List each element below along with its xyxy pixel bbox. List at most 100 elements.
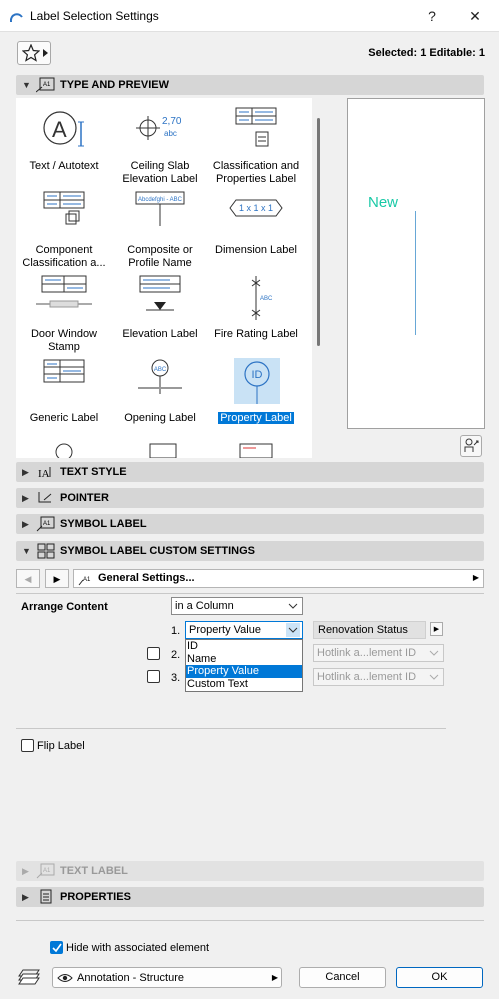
tile-label: Composite or Profile Name [127, 244, 193, 269]
svg-text:A: A [52, 117, 67, 142]
tile-partial[interactable] [208, 440, 304, 458]
tile-elevation-label[interactable]: Elevation Label [112, 274, 208, 341]
row-1-content-select[interactable]: Property Value [185, 621, 303, 639]
chevron-right-icon: ▶ [433, 626, 440, 633]
label-type-grid: A Text / Autotext 2,70 abc Ceiling Slab … [16, 98, 312, 458]
section-symbol-label[interactable]: ▶ A1 SYMBOL LABEL [16, 514, 484, 534]
section-label: TYPE AND PREVIEW [60, 79, 169, 91]
next-panel-button[interactable]: ▶ [45, 569, 69, 588]
icon-text: ABC [154, 367, 167, 373]
tile-door-window-stamp[interactable]: Door Window Stamp [16, 274, 112, 354]
chevron-down-icon [288, 603, 298, 609]
door-window-stamp-icon [36, 275, 92, 308]
flip-label-text: Flip Label [37, 740, 85, 752]
tile-label: Dimension Label [215, 244, 297, 256]
section-pointer[interactable]: ▶ POINTER [16, 488, 484, 508]
grid-scrollbar[interactable] [317, 118, 320, 346]
row-2-checkbox[interactable] [147, 647, 160, 660]
hide-associated-label: Hide with associated element [66, 942, 210, 954]
selected-info: Selected: 1 Editable: 1 [368, 47, 485, 59]
section-label: SYMBOL LABEL CUSTOM SETTINGS [60, 545, 255, 557]
arrange-content-select[interactable]: in a Column [171, 597, 303, 615]
text-label-icon: A1 [36, 863, 55, 879]
chevron-down-icon [429, 674, 439, 680]
icon-text: ABC [260, 296, 273, 302]
chevron-right-icon: ▶ [22, 892, 29, 902]
svg-text:A1: A1 [83, 577, 91, 583]
chevron-down-icon [286, 623, 300, 637]
tile-opening-label[interactable]: ABC Opening Label [112, 358, 208, 425]
chevron-right-icon: ▶ [22, 467, 29, 477]
panel-icon: A1 [78, 577, 91, 586]
section-text-style[interactable]: ▶ IA TEXT STYLE [16, 462, 484, 482]
section-symbol-custom[interactable]: ▼ SYMBOL LABEL CUSTOM SETTINGS [16, 541, 484, 561]
tile-property-label[interactable]: ID Property Label [208, 358, 304, 425]
chevron-right-icon: ▶ [53, 574, 61, 584]
composite-profile-icon: Abcdefghi - ABC [135, 191, 185, 226]
section-properties[interactable]: ▶ PROPERTIES [16, 887, 484, 907]
svg-text:IA: IA [38, 468, 50, 480]
flip-label-checkbox[interactable] [21, 739, 34, 752]
svg-text:abc: abc [164, 129, 177, 138]
arrange-content-value: in a Column [175, 600, 234, 612]
section-text-label[interactable]: ▶ A1 TEXT LABEL [16, 861, 484, 881]
star-icon [22, 44, 40, 62]
row-3-param-select[interactable]: Hotlink a...lement ID [313, 668, 444, 686]
tile-component-classification[interactable]: Component Classification a... [16, 190, 112, 270]
label-app-icon [9, 13, 23, 22]
properties-icon [40, 889, 52, 904]
partial-label-icon [55, 443, 73, 458]
help-button[interactable]: ? [420, 4, 444, 28]
favorites-button[interactable] [17, 41, 51, 65]
dropdown-option[interactable]: ID [186, 640, 302, 653]
chevron-down-icon: ▼ [22, 80, 31, 90]
icon-text: 2,70 [162, 116, 182, 127]
title-bar: Label Selection Settings ? ✕ [0, 0, 499, 32]
tile-partial[interactable] [112, 440, 208, 458]
tile-label: Elevation Label [122, 328, 198, 340]
tile-classification-properties[interactable]: Classification and Properties Label [208, 106, 304, 186]
layer-select[interactable]: Annotation - Structure ▶ [52, 967, 282, 988]
cancel-button[interactable]: Cancel [299, 967, 386, 988]
section-type-preview[interactable]: ▼ A1 TYPE AND PREVIEW [16, 75, 484, 95]
chevron-right-icon: ▶ [271, 973, 278, 982]
ok-button[interactable]: OK [396, 967, 483, 988]
chevron-down-icon: ▼ [22, 546, 31, 556]
row-3-checkbox[interactable] [147, 670, 160, 683]
tile-label: Classification and Properties Label [212, 160, 300, 185]
tile-label: Opening Label [124, 412, 196, 424]
divider [16, 593, 484, 594]
tile-partial[interactable] [16, 440, 112, 458]
divider [16, 920, 484, 921]
preview-pointer-line [415, 211, 416, 335]
arrange-content-label: Arrange Content [21, 601, 108, 613]
custom-settings-icon [37, 543, 55, 559]
chevron-left-icon: ◀ [24, 574, 32, 584]
panel-selector[interactable]: A1 General Settings... ▶ [73, 569, 484, 588]
content-type-dropdown[interactable]: ID Name Property Value Custom Text [185, 639, 303, 692]
panel-name: General Settings... [98, 572, 195, 584]
tile-dimension-label[interactable]: 1 x 1 x 1 Dimension Label [208, 190, 304, 257]
partial-label-icon [239, 443, 273, 458]
tile-label: Text / Autotext [29, 160, 99, 172]
tile-text-autotext[interactable]: A Text / Autotext [16, 106, 112, 173]
hide-associated-checkbox[interactable] [50, 941, 63, 954]
divider [16, 728, 446, 729]
tile-fire-rating[interactable]: ABC Fire Rating Label [208, 274, 304, 341]
close-button[interactable]: ✕ [463, 4, 487, 28]
row-number: 1. [171, 625, 181, 637]
dropdown-option[interactable]: Name [186, 653, 302, 666]
dropdown-option-selected[interactable]: Property Value [186, 665, 302, 678]
dropdown-option[interactable]: Custom Text [186, 678, 302, 691]
row-2-param-select[interactable]: Hotlink a...lement ID [313, 644, 444, 662]
tile-ceiling-slab[interactable]: 2,70 abc Ceiling Slab Elevation Label [112, 106, 208, 186]
layer-name: Annotation - Structure [77, 972, 185, 984]
preview-options-button[interactable] [460, 435, 482, 457]
dimension-label-icon: 1 x 1 x 1 [229, 199, 283, 217]
prev-panel-button[interactable]: ◀ [16, 569, 40, 588]
tile-generic-label[interactable]: Generic Label [16, 358, 112, 425]
generic-label-icon [43, 359, 85, 383]
tile-composite-profile[interactable]: Abcdefghi - ABC Composite or Profile Nam… [112, 190, 208, 270]
row-1-more-button[interactable]: ▶ [430, 622, 443, 636]
row-1-param-button[interactable]: Renovation Status [313, 621, 426, 639]
